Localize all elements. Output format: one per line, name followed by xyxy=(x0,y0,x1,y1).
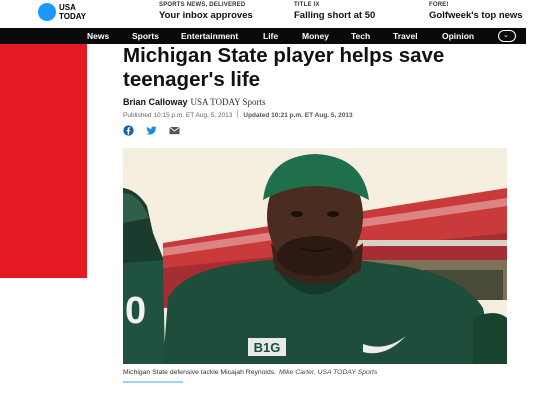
facebook-icon[interactable] xyxy=(123,125,134,136)
nav-tech[interactable]: Tech xyxy=(351,30,370,42)
article-title: Michigan State player helps save teenage… xyxy=(123,44,445,91)
nav-news[interactable]: News xyxy=(87,30,109,42)
section-color-block xyxy=(0,44,87,278)
byline: Brian Calloway USA TODAY Sports xyxy=(123,96,266,108)
nav-more-button[interactable]: ⌄ xyxy=(498,30,516,42)
caption-text: Michigan State defensive tackle Micajah … xyxy=(123,369,277,376)
teammate-jersey-number: 0 xyxy=(125,290,146,332)
photo-caption: Michigan State defensive tackle Micajah … xyxy=(123,368,377,378)
stadium-rail xyxy=(353,240,507,246)
published-date: Published 10:15 p.m. ET Aug. 5, 2013 xyxy=(123,112,233,119)
email-icon[interactable] xyxy=(169,125,180,136)
player-eye-right xyxy=(327,211,339,217)
promo-title-ix[interactable]: TITLE IX Falling short at 50 xyxy=(294,1,375,23)
promo-sports-news[interactable]: SPORTS NEWS, DELIVERED Your inbox approv… xyxy=(159,1,253,23)
nav-opinion[interactable]: Opinion xyxy=(442,30,474,42)
usa-today-logo-text[interactable]: USA TODAY xyxy=(59,3,99,21)
caption-rule xyxy=(123,381,183,383)
big-ten-logo-text: B1G xyxy=(254,340,281,355)
nav-entertainment[interactable]: Entertainment xyxy=(181,30,238,42)
player-beard xyxy=(277,236,353,276)
player-eye-left xyxy=(291,211,303,217)
promo-golfweek[interactable]: FORE! Golfweek's top news xyxy=(429,1,523,23)
teammate-right xyxy=(473,313,507,364)
updated-date: Updated 10:21 p.m. ET Aug. 5, 2013 xyxy=(243,112,353,119)
main-nav: News Sports Entertainment Life Money Tec… xyxy=(0,28,540,44)
article-dates: Published 10:15 p.m. ET Aug. 5, 2013 Upda… xyxy=(123,110,353,120)
article-photo[interactable]: 0 B1G xyxy=(123,148,507,364)
date-divider xyxy=(237,110,239,118)
top-bar: USA TODAY SPORTS NEWS, DELIVERED Your in… xyxy=(0,0,540,28)
nav-money[interactable]: Money xyxy=(302,30,329,42)
nav-sports[interactable]: Sports xyxy=(132,30,159,42)
photo-credit: Mike Carter, USA TODAY Sports xyxy=(279,369,378,376)
nav-travel[interactable]: Travel xyxy=(393,30,418,42)
promo-kicker: FORE! xyxy=(429,2,449,8)
author-outlet: USA TODAY Sports xyxy=(190,97,266,107)
promo-headline: Falling short at 50 xyxy=(294,10,376,21)
author-name[interactable]: Brian Calloway xyxy=(123,97,188,107)
nav-edge xyxy=(526,28,540,44)
nav-life[interactable]: Life xyxy=(263,30,278,42)
chevron-down-icon: ⌄ xyxy=(503,32,509,39)
promo-kicker: SPORTS NEWS, DELIVERED xyxy=(159,2,246,8)
promo-headline: Your inbox approves xyxy=(159,10,253,21)
promo-headline: Golfweek's top news xyxy=(429,10,523,21)
football-player-illustration: 0 B1G xyxy=(123,148,507,364)
twitter-icon[interactable] xyxy=(146,125,157,136)
promo-kicker: TITLE IX xyxy=(294,2,320,8)
usa-today-logo-dot[interactable] xyxy=(38,3,56,21)
